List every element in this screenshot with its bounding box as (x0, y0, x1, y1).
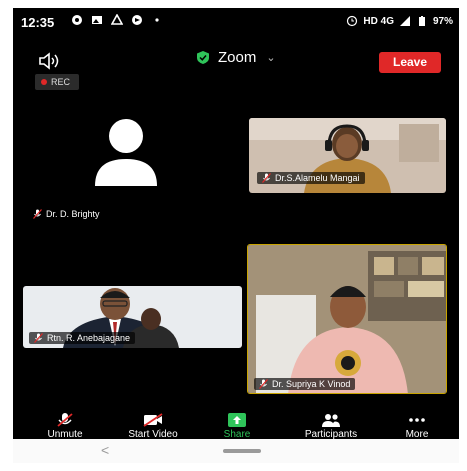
participant-video (248, 245, 446, 393)
mic-off-icon (33, 209, 42, 219)
participant-name: Dr. Supriya K Vinod (272, 379, 351, 389)
network-type: HD 4G (363, 15, 394, 27)
share-button[interactable]: Share (195, 413, 279, 440)
system-indicators: HD 4G 97% (346, 15, 453, 27)
participants-button[interactable]: Participants (289, 413, 373, 440)
participant-name-tag: Dr. Supriya K Vinod (254, 378, 356, 390)
meeting-toolbar: Unmute Start Video Share Participants Mo… (13, 413, 459, 441)
participant-name: Dr.S.Alamelu Mangai (275, 173, 360, 183)
recording-dot-icon (41, 79, 47, 85)
speaker-icon[interactable] (37, 51, 63, 71)
participant-name: Rtn. R. Anebajagane (47, 333, 131, 343)
unmute-button[interactable]: Unmute (23, 413, 107, 440)
gallery-icon (92, 16, 102, 24)
leave-button[interactable]: Leave (379, 52, 441, 73)
battery-icon (418, 16, 425, 26)
meeting-title-label: Zoom (218, 49, 257, 66)
mic-off-icon (259, 379, 268, 389)
meeting-top-bar: Zoom ⌄ Leave (13, 40, 459, 84)
participants-icon (322, 414, 340, 427)
mic-off-icon (34, 333, 43, 343)
status-bar: 12:35 HD 4G 97% (13, 8, 459, 38)
drive-icon (111, 14, 123, 25)
recording-label: REC (51, 77, 71, 87)
dot-icon (155, 18, 159, 22)
more-dots-icon (409, 418, 425, 422)
home-pill-icon[interactable] (223, 449, 261, 453)
phone-screen: 12:35 HD 4G 97% Zoom ⌄ Leave REC Dr. D. … (13, 8, 459, 463)
notification-icons (71, 14, 163, 26)
share-screen-icon (228, 413, 246, 427)
send-icon (132, 15, 142, 25)
participant-name-tag: Dr. D. Brighty (33, 209, 100, 219)
participant-name-tag: Rtn. R. Anebajagane (29, 332, 136, 344)
mic-off-icon (57, 413, 73, 427)
start-video-button[interactable]: Start Video (111, 413, 195, 440)
android-nav-bar: < (13, 439, 459, 463)
recording-badge: REC (35, 74, 79, 90)
video-off-icon (143, 413, 163, 427)
alarm-icon (347, 15, 358, 27)
participant-name: Dr. D. Brighty (46, 209, 100, 219)
participant-name-tag: Dr.S.Alamelu Mangai (257, 172, 365, 184)
participant-tile[interactable]: Rtn. R. Anebajagane (23, 286, 242, 348)
meeting-title[interactable]: Zoom ⌄ (196, 49, 276, 66)
participant-tile-active-speaker[interactable]: Dr. Supriya K Vinod (247, 244, 447, 394)
clock: 12:35 (21, 15, 55, 30)
mic-off-icon (262, 173, 271, 183)
shield-icon (197, 51, 209, 64)
signal-icon (399, 16, 410, 26)
participant-tile[interactable]: Dr.S.Alamelu Mangai (249, 118, 446, 193)
more-button[interactable]: More (375, 413, 459, 440)
battery-percent: 97% (432, 15, 453, 27)
back-icon[interactable]: < (101, 442, 109, 458)
default-avatar-icon (95, 119, 157, 186)
chevron-down-icon: ⌄ (266, 52, 276, 64)
chat-bubble-icon (72, 15, 82, 25)
